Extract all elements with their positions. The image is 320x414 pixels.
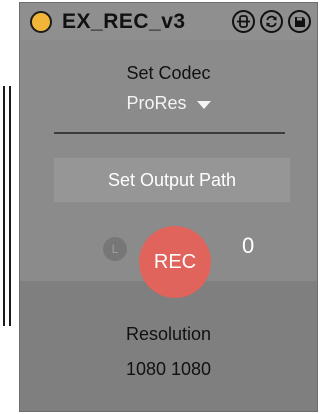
record-counter: 0 (242, 233, 255, 258)
power-toggle[interactable] (30, 10, 52, 33)
device-title: EX_REC_v3 (62, 9, 186, 33)
refresh-icon[interactable] (260, 10, 283, 33)
resolution-value: 1080 1080 (125, 359, 212, 379)
header-icons (232, 10, 311, 33)
chevron-down-icon (196, 100, 211, 109)
set-codec-label: Set Codec (126, 63, 211, 83)
set-output-path-button[interactable]: Set Output Path (54, 158, 290, 202)
resolution-panel (20, 281, 317, 411)
codec-value: ProRes (126, 93, 187, 113)
device-header: EX_REC_v3 (20, 3, 317, 40)
link-icon[interactable] (232, 10, 255, 33)
record-button[interactable]: REC (139, 226, 211, 298)
l-button[interactable]: L (103, 237, 127, 261)
left-edge-bars (3, 86, 11, 326)
codec-dropdown[interactable]: ProRes (20, 93, 317, 114)
divider (54, 132, 285, 134)
save-icon[interactable] (288, 10, 311, 33)
resolution-label: Resolution (125, 324, 212, 344)
device-panel: EX_REC_v3 Set Codec ProRes Set Output Pa… (19, 2, 318, 412)
